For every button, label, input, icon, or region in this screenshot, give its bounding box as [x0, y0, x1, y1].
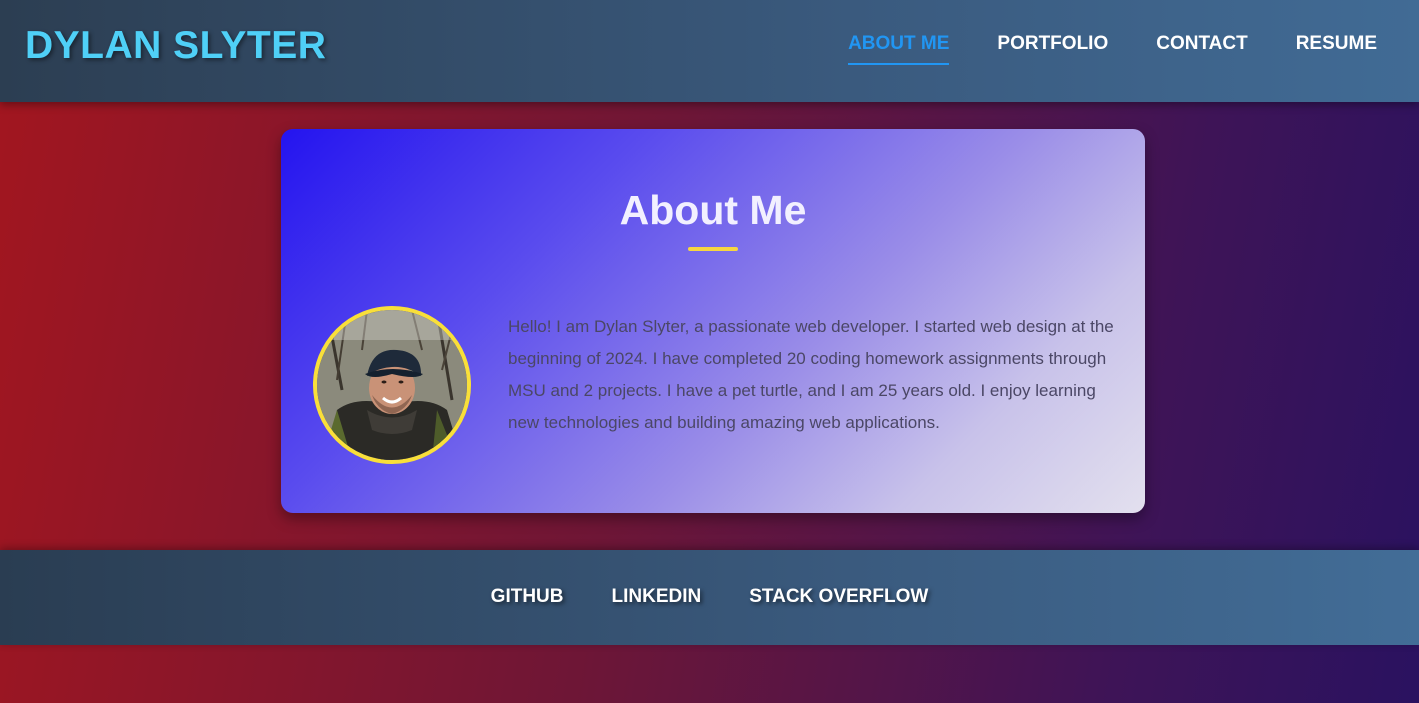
about-title: About Me — [619, 187, 807, 233]
nav-portfolio[interactable]: PORTFOLIO — [997, 33, 1108, 65]
site-header: DYLAN SLYTER ABOUT ME PORTFOLIO CONTACT … — [0, 0, 1419, 102]
footer-link-stack-overflow[interactable]: STACK OVERFLOW — [749, 586, 928, 608]
about-bio: Hello! I am Dylan Slyter, a passionate w… — [508, 317, 1114, 432]
nav-contact[interactable]: CONTACT — [1156, 33, 1247, 65]
avatar — [313, 306, 471, 464]
site-logo[interactable]: DYLAN SLYTER — [25, 24, 326, 68]
nav-about-me[interactable]: ABOUT ME — [848, 33, 950, 65]
title-underline — [688, 247, 738, 251]
main-nav: ABOUT ME PORTFOLIO CONTACT RESUME — [848, 33, 1377, 65]
footer-link-linkedin[interactable]: LINKEDIN — [612, 586, 702, 608]
site-footer: GITHUB LINKEDIN STACK OVERFLOW — [0, 550, 1419, 645]
footer-link-github[interactable]: GITHUB — [491, 586, 564, 608]
about-card: About Me Hello! I am Dylan Slyter, a pas… — [281, 129, 1145, 513]
profile-photo — [317, 310, 467, 460]
footer-links: GITHUB LINKEDIN STACK OVERFLOW — [0, 586, 1419, 608]
nav-resume[interactable]: RESUME — [1296, 33, 1377, 65]
